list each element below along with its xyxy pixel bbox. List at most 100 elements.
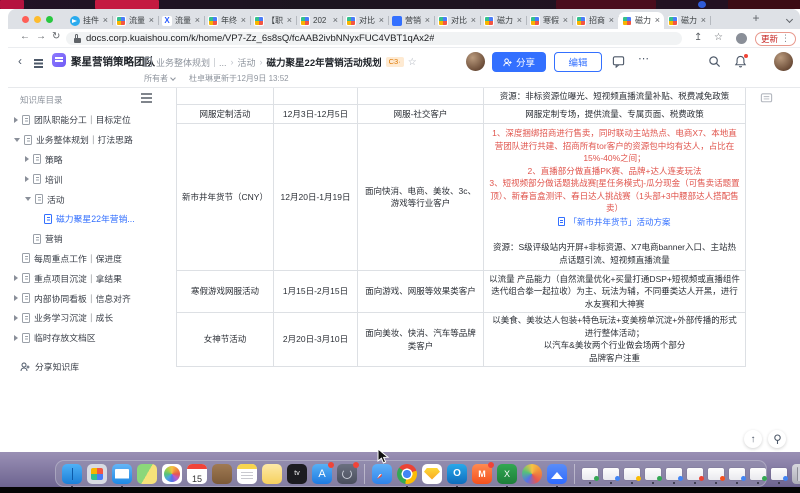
search-icon[interactable] bbox=[708, 55, 721, 68]
user-avatar[interactable] bbox=[774, 52, 793, 71]
dock-docs-app-icon[interactable] bbox=[547, 464, 567, 484]
minimized-window-thumbnail[interactable] bbox=[603, 468, 619, 480]
share-button[interactable]: 分享 bbox=[492, 52, 546, 72]
close-tab-icon[interactable] bbox=[471, 16, 476, 25]
expand-arrow-icon[interactable] bbox=[14, 275, 18, 281]
back-chevron-icon[interactable] bbox=[18, 54, 22, 68]
dock-finder-icon[interactable] bbox=[62, 464, 82, 484]
close-tab-icon[interactable] bbox=[563, 16, 568, 25]
close-tab-icon[interactable] bbox=[103, 16, 108, 25]
expand-arrow-icon[interactable] bbox=[25, 176, 29, 182]
audience-cell[interactable]: 网服-社交客户 bbox=[358, 105, 484, 124]
expand-arrow-icon[interactable] bbox=[14, 138, 20, 142]
dock-photos-icon[interactable] bbox=[162, 464, 182, 484]
dock-pages-icon[interactable] bbox=[262, 464, 282, 484]
window-controls[interactable] bbox=[22, 16, 53, 23]
browser-tab[interactable]: 【职 bbox=[250, 12, 296, 29]
zoom-window-icon[interactable] bbox=[46, 16, 53, 23]
sidebar-item[interactable]: 团队职能分工｜目标定位 bbox=[8, 110, 140, 130]
description-cell[interactable]: 网服定制专场，提供流量、专属页面、税费政策 bbox=[484, 105, 746, 124]
expand-arrow-icon[interactable] bbox=[14, 315, 18, 321]
minimized-window-thumbnail[interactable] bbox=[771, 468, 787, 480]
activity-name-cell[interactable]: 女神节活动 bbox=[177, 313, 274, 367]
browser-tab[interactable]: 挂件 bbox=[66, 12, 112, 29]
browser-tab[interactable]: 招商 bbox=[572, 12, 618, 29]
activity-name-cell[interactable]: 新市井年货节（CNY） bbox=[177, 124, 274, 271]
minimized-window-thumbnail[interactable] bbox=[750, 468, 766, 480]
browser-tab[interactable]: 寒假 bbox=[526, 12, 572, 29]
audience-cell[interactable]: 面向游戏、网服等效果类客户 bbox=[358, 271, 484, 313]
minimized-window-thumbnail[interactable] bbox=[708, 468, 724, 480]
close-tab-icon[interactable] bbox=[241, 16, 246, 25]
comment-icon[interactable] bbox=[612, 55, 625, 68]
dock-chrome-icon[interactable] bbox=[397, 464, 417, 484]
minimized-window-thumbnail[interactable] bbox=[666, 468, 682, 480]
browser-menu-icon[interactable] bbox=[781, 33, 790, 44]
comment-bubble-icon[interactable] bbox=[760, 92, 773, 105]
browser-tab[interactable]: 营销 bbox=[388, 12, 434, 29]
dock-sketch-icon[interactable] bbox=[422, 464, 442, 484]
favorite-star-icon[interactable] bbox=[408, 57, 417, 68]
breadcrumb-root[interactable]: 业务整体规划｜... bbox=[156, 56, 227, 69]
close-tab-icon[interactable] bbox=[655, 16, 660, 25]
dates-cell[interactable]: 1月15日-2月15日 bbox=[274, 271, 358, 313]
audience-cell[interactable]: 面向美妆、快消、汽车等品牌类客户 bbox=[358, 313, 484, 367]
expand-arrow-icon[interactable] bbox=[25, 197, 31, 201]
browser-tab[interactable]: 磁力 bbox=[664, 12, 710, 29]
chrome-update-button[interactable]: 更新 bbox=[755, 32, 796, 46]
minimized-window-thumbnail[interactable] bbox=[729, 468, 745, 480]
dock-office-hub-icon[interactable] bbox=[472, 464, 492, 484]
back-to-top-button[interactable] bbox=[744, 430, 762, 448]
expand-arrow-icon[interactable] bbox=[14, 295, 18, 301]
doc-link[interactable]: 「新市井年货节」活动方案 bbox=[558, 216, 670, 229]
close-tab-icon[interactable] bbox=[149, 16, 154, 25]
dock-books-icon[interactable] bbox=[212, 464, 232, 484]
sidebar-item[interactable]: 内部协同看板｜信息对齐 bbox=[8, 288, 140, 308]
dock-appstore-icon[interactable] bbox=[312, 464, 332, 484]
close-tab-icon[interactable] bbox=[517, 16, 522, 25]
close-window-icon[interactable] bbox=[22, 16, 29, 23]
share-page-icon[interactable] bbox=[694, 32, 702, 43]
breadcrumb-section[interactable]: 活动 bbox=[238, 56, 256, 69]
dates-cell[interactable]: 12月20日-1月19日 bbox=[274, 124, 358, 271]
sidebar-item[interactable]: 活动 bbox=[8, 189, 140, 209]
sidebar-item[interactable]: 磁力聚星22年营销... bbox=[8, 209, 140, 229]
edit-button[interactable]: 编辑 bbox=[554, 52, 602, 72]
browser-tab[interactable]: 202 bbox=[296, 12, 342, 29]
close-tab-icon[interactable] bbox=[333, 16, 338, 25]
dock-calendar-icon[interactable]: 15 bbox=[187, 464, 207, 484]
browser-profile-avatar[interactable] bbox=[736, 33, 747, 44]
sidebar-item[interactable]: 临时存放文档区 bbox=[8, 328, 140, 348]
browser-tab[interactable]: 流量 bbox=[158, 12, 204, 29]
new-tab-button[interactable] bbox=[748, 11, 764, 27]
dock-trash-icon[interactable] bbox=[792, 464, 800, 484]
minimize-window-icon[interactable] bbox=[34, 16, 41, 23]
minimized-window-thumbnail[interactable] bbox=[582, 468, 598, 480]
sidebar-item[interactable]: 营销 bbox=[8, 229, 140, 249]
dock-maps-icon[interactable] bbox=[137, 464, 157, 484]
directory-toggle-icon[interactable] bbox=[34, 59, 43, 61]
expand-arrow-icon[interactable] bbox=[25, 156, 29, 162]
tab-search-chevron-icon[interactable] bbox=[786, 16, 793, 23]
dock-notes-icon[interactable] bbox=[237, 464, 257, 484]
browser-tab[interactable]: 对比 bbox=[342, 12, 388, 29]
dock-pinwheel-app-icon[interactable] bbox=[522, 464, 542, 484]
activity-name-cell[interactable]: 寒假游戏网服活动 bbox=[177, 271, 274, 313]
dates-cell[interactable]: 2月20日-3月10日 bbox=[274, 313, 358, 367]
table-cell[interactable] bbox=[177, 88, 274, 105]
description-cell[interactable]: 以流量 产品能力（自然流量优化+买量打通DSP+短视频或直播组件迭代组合拳一起拉… bbox=[484, 271, 746, 313]
dates-cell[interactable]: 12月3日-12月5日 bbox=[274, 105, 358, 124]
team-name[interactable]: 聚星营销策略团队 bbox=[71, 54, 155, 69]
description-cell[interactable]: 1、深度捆绑招商进行售卖，同时联动主站热点、电商X7、本地直营团队进行共建、招商… bbox=[484, 124, 746, 271]
more-actions-icon[interactable] bbox=[638, 52, 649, 65]
table-cell[interactable]: 资源：非标资源位曝光、短视频直播流量补贴、税费减免政策 bbox=[484, 88, 746, 105]
browser-tab[interactable]: 对比 bbox=[434, 12, 480, 29]
close-tab-icon[interactable] bbox=[609, 16, 614, 25]
dock-appletv-icon[interactable] bbox=[287, 464, 307, 484]
table-cell[interactable] bbox=[274, 88, 358, 105]
dock-launchpad-icon[interactable] bbox=[87, 464, 107, 484]
minimized-window-thumbnail[interactable] bbox=[624, 468, 640, 480]
reload-icon[interactable] bbox=[52, 31, 60, 42]
locate-position-button[interactable] bbox=[768, 430, 786, 448]
expand-arrow-icon[interactable] bbox=[14, 335, 18, 341]
